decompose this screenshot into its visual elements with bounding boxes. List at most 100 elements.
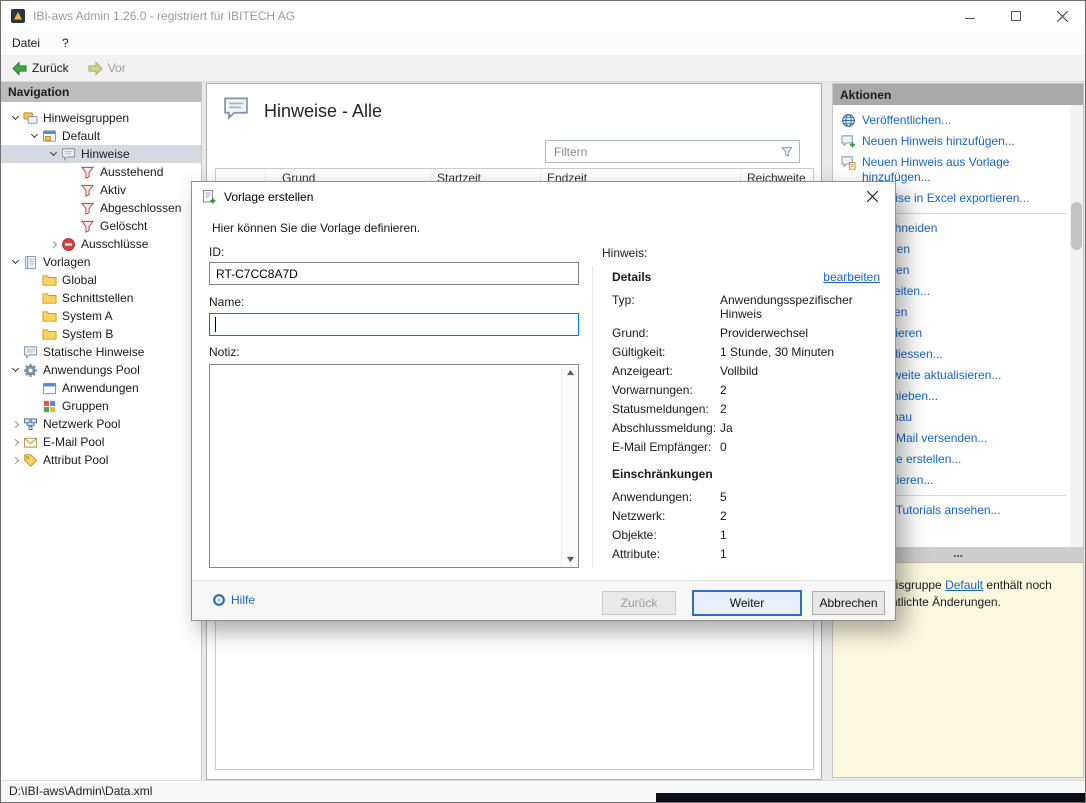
restriction-label: Anwendungen: [612, 490, 720, 504]
tree-item-hinweisgruppen[interactable]: Hinweisgruppen [1, 109, 201, 127]
notiz-box [209, 364, 579, 568]
tree-item-statische-hinweise[interactable]: Statische Hinweise [1, 343, 201, 361]
window-icon [42, 381, 57, 396]
tree-label: Vorlagen [43, 255, 90, 269]
folder-icon [42, 309, 57, 324]
weiter-button[interactable]: Weiter [692, 590, 802, 616]
menu-datei[interactable]: Datei [1, 32, 51, 54]
tree-label: Attribut Pool [43, 453, 108, 467]
actions-scrollbar[interactable] [1070, 105, 1083, 547]
tree-item-geloescht[interactable]: Gelöscht [1, 217, 201, 235]
tree-label: Netzwerk Pool [43, 417, 120, 431]
expander-icon[interactable] [27, 135, 41, 137]
id-field[interactable] [209, 262, 579, 285]
toolbar: Zurück Vor [1, 55, 1085, 82]
scroll-down-icon[interactable] [566, 556, 575, 563]
restriction-label: Attribute: [612, 547, 720, 561]
expander-icon[interactable] [8, 369, 22, 371]
action-label: Neuen Hinweis hinzufügen... [862, 134, 1015, 149]
details-header: Details [612, 270, 651, 284]
detail-label: Abschlussmeldung: [612, 421, 720, 435]
detail-row: Anzeigeart:Vollbild [612, 364, 880, 378]
expander-icon[interactable] [8, 440, 22, 445]
notiz-label: Notiz: [209, 345, 240, 359]
dialog-description: Hier können Sie die Vorlage definieren. [212, 221, 420, 235]
tree-item-aktiv[interactable]: Aktiv [1, 181, 201, 199]
navigation-header: Navigation [1, 82, 201, 102]
notiz-field[interactable] [210, 365, 561, 567]
default-group-link[interactable]: Default [945, 578, 983, 592]
minimize-button[interactable] [947, 1, 993, 31]
restriction-label: Netzwerk: [612, 509, 720, 523]
abbrechen-button[interactable]: Abbrechen [812, 591, 885, 615]
tree-item-ausstehend[interactable]: Ausstehend [1, 163, 201, 181]
bearbeiten-link[interactable]: bearbeiten [823, 270, 880, 284]
expander-icon[interactable] [8, 117, 22, 119]
tree-item-hinweise[interactable]: Hinweise [1, 145, 201, 163]
detail-label: Anzeigeart: [612, 364, 720, 378]
groups-icon [42, 399, 57, 414]
publish-globe-icon [841, 113, 856, 128]
tree-item-system-b[interactable]: System B [1, 325, 201, 343]
notiz-scrollbar[interactable] [561, 365, 578, 567]
note-from-template-icon [841, 155, 856, 170]
action-publish[interactable]: Veröffentlichen... [833, 110, 1070, 131]
tree-item-system-a[interactable]: System A [1, 307, 201, 325]
detail-label: Gültigkeit: [612, 345, 720, 359]
tree-item-netzwerk-pool[interactable]: Netzwerk Pool [1, 415, 201, 433]
hinweis-label: Hinweis: [602, 246, 647, 260]
scrollbar-thumb[interactable] [1071, 202, 1082, 250]
expander-icon[interactable] [8, 261, 22, 263]
expander-icon[interactable] [46, 242, 60, 247]
tree-item-attribut-pool[interactable]: Attribut Pool [1, 451, 201, 469]
exclusion-ban-icon [61, 237, 76, 252]
maximize-button[interactable] [993, 1, 1039, 31]
dialog-close-button[interactable] [850, 182, 895, 211]
menu-help[interactable]: ? [51, 32, 80, 54]
tree-label: Aktiv [100, 183, 126, 197]
navigation-panel: Navigation Hinweisgruppen Default Hinwei… [1, 82, 202, 780]
back-arrow-icon [11, 61, 28, 76]
detail-row: Vorwarnungen:2 [612, 383, 880, 397]
taskbar-sliver [656, 793, 1085, 802]
detail-label: Statusmeldungen: [612, 402, 720, 416]
expander-icon[interactable] [46, 153, 60, 155]
action-add-note[interactable]: Neuen Hinweis hinzufügen... [833, 131, 1070, 152]
name-label: Name: [209, 295, 244, 309]
detail-value: 2 [720, 402, 880, 416]
tree-item-anwendungen[interactable]: Anwendungen [1, 379, 201, 397]
tree-item-gruppen[interactable]: Gruppen [1, 397, 201, 415]
scroll-up-icon[interactable] [566, 369, 575, 376]
tree-item-email-pool[interactable]: E-Mail Pool [1, 433, 201, 451]
tree-label: Hinweisgruppen [43, 111, 129, 125]
expander-icon[interactable] [8, 422, 22, 427]
name-field[interactable] [209, 313, 579, 336]
expander-icon[interactable] [8, 458, 22, 463]
help-link[interactable]: Hilfe [212, 593, 255, 607]
tree-item-abgeschlossen[interactable]: Abgeschlossen [1, 199, 201, 217]
back-button[interactable]: Zurück [7, 59, 73, 78]
tree-label: Anwendungen [62, 381, 139, 395]
close-button[interactable] [1039, 1, 1085, 31]
tree-item-anwendungs-pool[interactable]: Anwendungs Pool [1, 361, 201, 379]
restriction-value: 5 [720, 490, 880, 504]
dialog-title-bar: Vorlage erstellen [192, 182, 895, 211]
filter-funnel-icon [780, 145, 794, 159]
help-label: Hilfe [231, 593, 255, 607]
zurueck-button: Zurück [602, 591, 676, 615]
network-icon [23, 417, 38, 432]
folder-window-icon [42, 129, 57, 144]
forward-button[interactable]: Vor [83, 59, 130, 78]
restrictions-header: Einschränkungen [612, 467, 880, 481]
tree-item-schnittstellen[interactable]: Schnittstellen [1, 289, 201, 307]
tree-item-ausschluesse[interactable]: Ausschlüsse [1, 235, 201, 253]
tree-item-default[interactable]: Default [1, 127, 201, 145]
page-title: Hinweise - Alle [264, 101, 382, 122]
detail-row: E-Mail Empfänger:0 [612, 440, 880, 454]
filter-input[interactable] [546, 141, 780, 162]
tree-item-vorlagen[interactable]: Vorlagen [1, 253, 201, 271]
detail-value: Anwendungsspezifischer Hinweis [720, 293, 880, 321]
forward-arrow-icon [87, 61, 104, 76]
folder-icon [42, 291, 57, 306]
tree-item-global[interactable]: Global [1, 271, 201, 289]
